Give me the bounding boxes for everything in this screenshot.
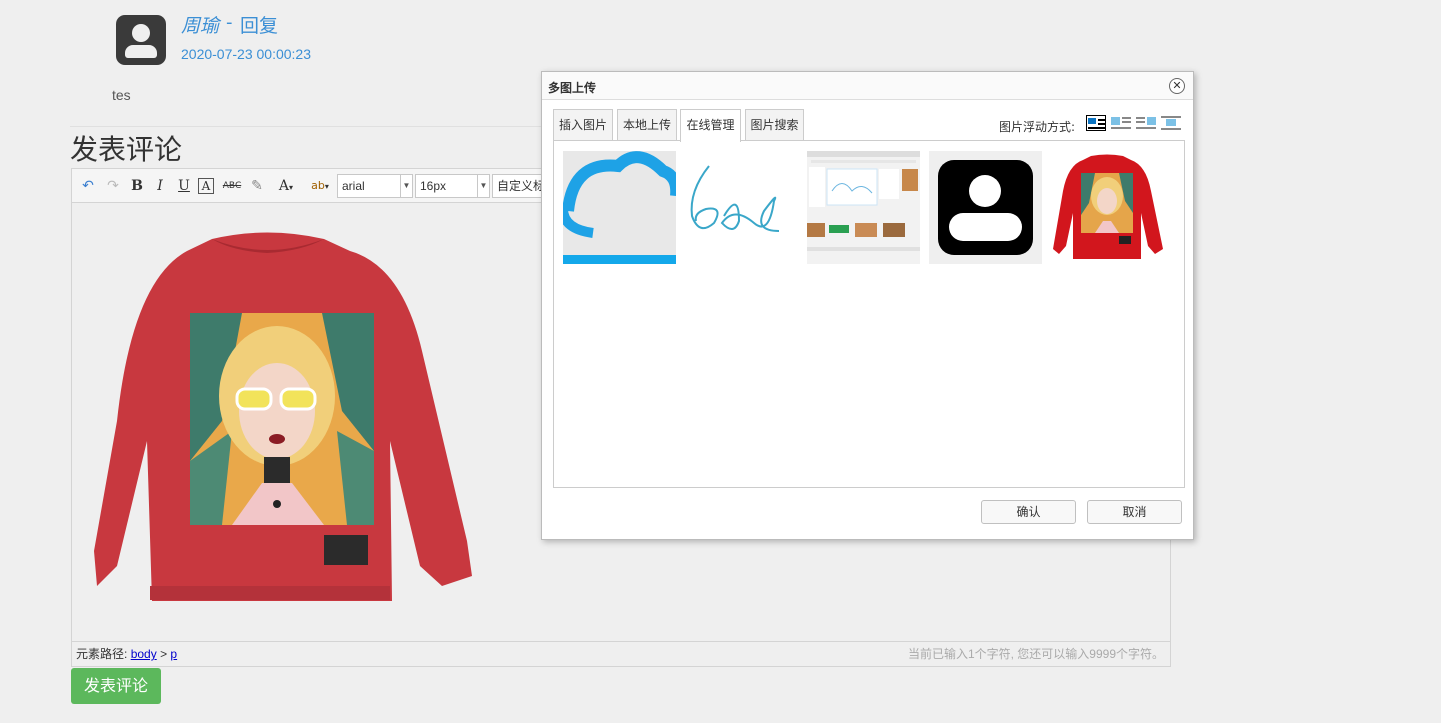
image-thumbnail[interactable] xyxy=(807,151,920,264)
float-left-icon[interactable] xyxy=(1111,115,1131,131)
path-separator: > xyxy=(160,647,168,661)
tab-image-search[interactable]: 图片搜索 xyxy=(745,109,804,141)
italic-icon[interactable]: I xyxy=(150,176,170,196)
avatar-head xyxy=(132,24,150,42)
reply-link[interactable]: 回复 xyxy=(240,11,278,38)
avatar-placeholder-image xyxy=(929,151,1042,264)
dialog-header: 多图上传 ✕ xyxy=(542,72,1193,100)
comment-separator: - xyxy=(226,12,233,33)
font-color-icon[interactable]: A▾ xyxy=(271,176,301,196)
tab-insert-image[interactable]: 插入图片 xyxy=(553,109,613,141)
bold-icon[interactable]: B xyxy=(127,176,147,196)
avatar xyxy=(116,15,166,65)
float-none-icon[interactable] xyxy=(1086,115,1106,131)
char-count: 当前已输入1个字符, 您还可以输入9999个字符。 xyxy=(907,647,1164,661)
element-path: 元素路径: body > p xyxy=(76,642,177,666)
strikethrough-icon[interactable]: ABC xyxy=(222,176,242,196)
submit-comment-button[interactable]: 发表评论 xyxy=(71,668,161,704)
path-body-link[interactable]: body xyxy=(131,647,157,661)
element-path-label: 元素路径: xyxy=(76,647,128,661)
undo-icon[interactable]: ↶ xyxy=(78,176,98,196)
image-thumbnail[interactable] xyxy=(1051,151,1164,264)
float-center-icon[interactable] xyxy=(1161,115,1181,131)
tab-local-upload[interactable]: 本地上传 xyxy=(617,109,677,141)
multi-image-upload-dialog: 多图上传 ✕ 插入图片 本地上传 在线管理 图片搜索 图片浮动方式: 确认 取消 xyxy=(541,71,1194,540)
custom-title-value: 自定义标 xyxy=(497,179,546,193)
sweater-image xyxy=(94,232,472,601)
handwriting-image xyxy=(684,151,797,264)
dialog-title: 多图上传 xyxy=(548,81,597,95)
cancel-button[interactable]: 取消 xyxy=(1087,500,1182,524)
comment-author[interactable]: 周瑜 xyxy=(181,11,219,38)
font-family-select[interactable]: arial ▼ xyxy=(337,174,413,198)
font-size-value: 16px xyxy=(420,179,447,193)
underline-icon[interactable]: U xyxy=(174,176,194,196)
highlight-color-icon[interactable]: ab▾ xyxy=(305,176,335,196)
tab-online-manage[interactable]: 在线管理 xyxy=(680,109,741,142)
chevron-down-icon: ▼ xyxy=(400,175,412,197)
comment-text: tes xyxy=(112,87,131,103)
font-border-icon[interactable]: A xyxy=(198,178,214,194)
avatar-body xyxy=(125,45,157,58)
image-thumbnail[interactable] xyxy=(929,151,1042,264)
close-icon[interactable]: ✕ xyxy=(1169,78,1185,94)
float-right-icon[interactable] xyxy=(1136,115,1156,131)
image-grid-panel xyxy=(553,140,1185,488)
sweater-image xyxy=(1051,151,1164,264)
image-thumbnail[interactable] xyxy=(684,151,797,264)
chevron-down-icon: ▼ xyxy=(477,175,489,197)
font-family-value: arial xyxy=(342,179,365,193)
eraser-icon[interactable]: ✎ xyxy=(247,176,267,196)
comment-timestamp: 2020-07-23 00:00:23 xyxy=(181,46,311,62)
cloud-sketch-image xyxy=(563,151,676,264)
webpage-screenshot-image xyxy=(807,151,920,264)
path-p-link[interactable]: p xyxy=(170,647,177,661)
float-mode-label: 图片浮动方式: xyxy=(999,120,1076,134)
section-title: 发表评论 xyxy=(70,133,183,166)
editor-statusbar: 元素路径: body > p 当前已输入1个字符, 您还可以输入9999个字符。 xyxy=(72,641,1170,666)
image-thumbnail[interactable] xyxy=(563,151,676,264)
confirm-button[interactable]: 确认 xyxy=(981,500,1076,524)
font-size-select[interactable]: 16px ▼ xyxy=(415,174,490,198)
redo-icon[interactable]: ↷ xyxy=(103,176,123,196)
